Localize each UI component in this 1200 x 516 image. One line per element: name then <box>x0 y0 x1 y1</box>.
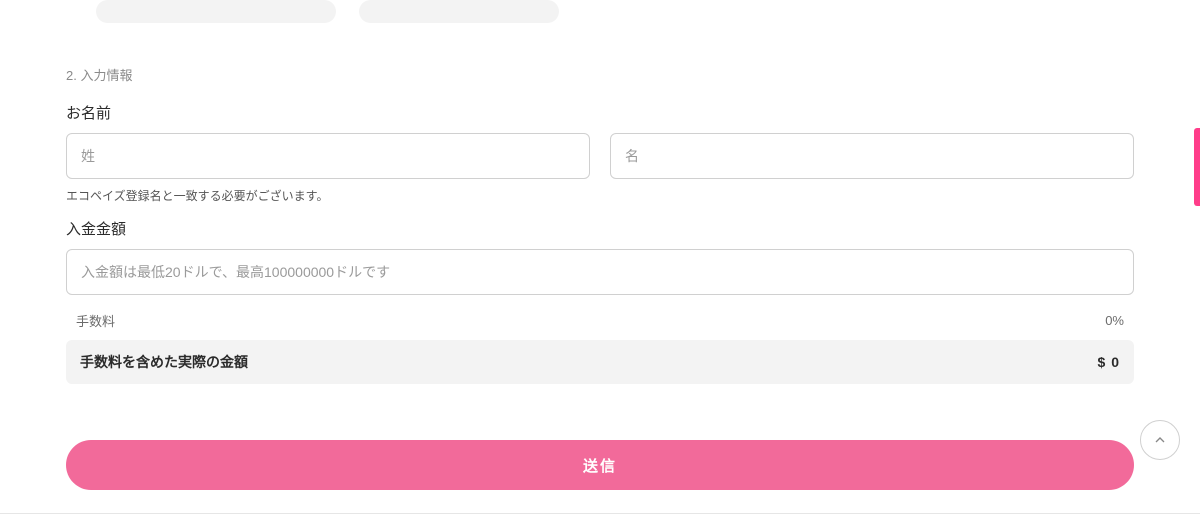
chevron-up-icon <box>1152 432 1168 448</box>
name-helper-text: エコペイズ登録名と一致する必要がございます。 <box>66 187 1134 204</box>
fee-row: 手数料 0% <box>66 305 1134 340</box>
amount-label: 入金金額 <box>66 218 1134 239</box>
side-accent <box>1194 128 1200 206</box>
fee-value: 0% <box>1105 313 1124 328</box>
total-value: $ 0 <box>1098 354 1120 370</box>
submit-button[interactable]: 送信 <box>66 440 1134 490</box>
name-label: お名前 <box>66 102 1134 123</box>
method-options-row <box>66 0 1134 23</box>
method-option-chip[interactable] <box>359 0 559 23</box>
total-row: 手数料を含めた実際の金額 $ 0 <box>66 340 1134 384</box>
fee-label: 手数料 <box>76 311 115 330</box>
section-label: 2. 入力情報 <box>66 65 1134 84</box>
first-name-input[interactable] <box>610 133 1134 179</box>
bottom-divider <box>0 513 1200 514</box>
last-name-input[interactable] <box>66 133 590 179</box>
total-label: 手数料を含めた実際の金額 <box>80 352 248 372</box>
method-option-chip[interactable] <box>96 0 336 23</box>
scroll-to-top-button[interactable] <box>1140 420 1180 460</box>
amount-input[interactable] <box>66 249 1134 295</box>
